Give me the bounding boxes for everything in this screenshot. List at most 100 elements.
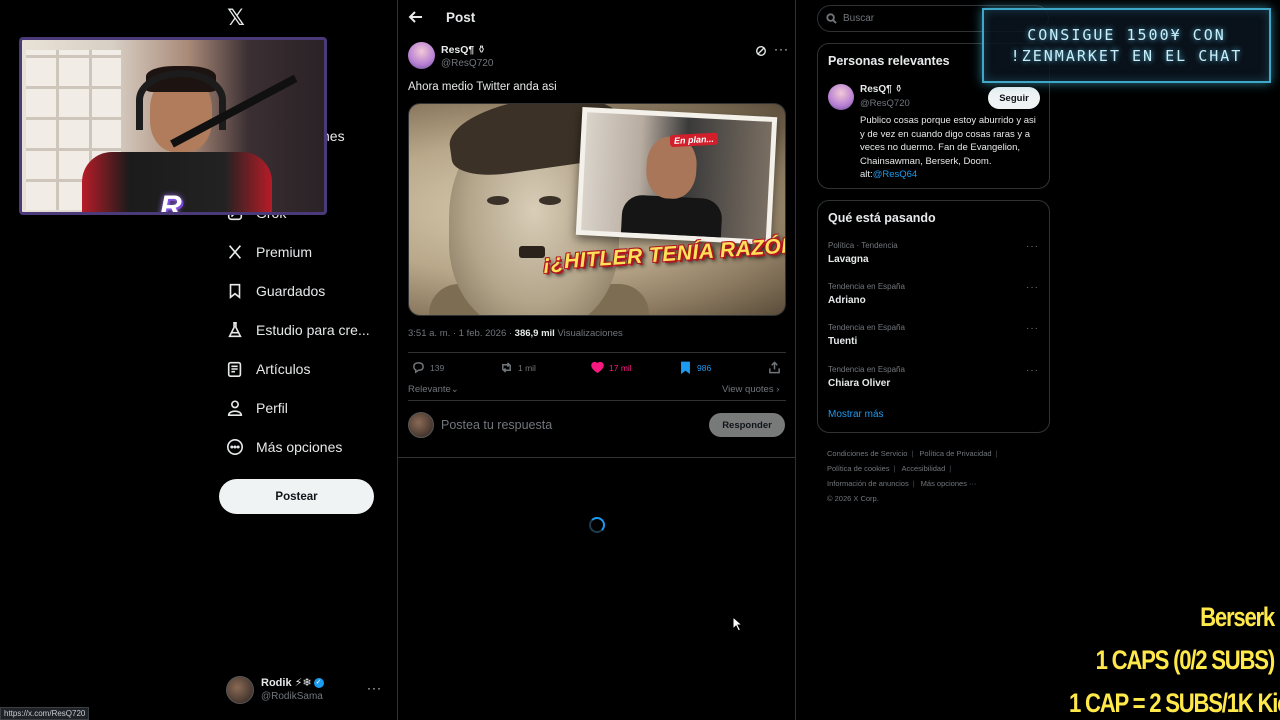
article-icon	[226, 360, 244, 378]
like-action[interactable]: 17 mil	[591, 361, 632, 374]
account-switcher[interactable]: Rodik ⚡❄ ✓ @RodikSama ···	[226, 675, 386, 705]
goal-progress: 1 CAPS (0/2 SUBS)	[1095, 645, 1276, 675]
heart-icon	[591, 361, 604, 374]
loading-spinner-icon	[589, 517, 605, 533]
divider	[398, 457, 795, 458]
trend-name: Chiara Oliver	[828, 378, 891, 389]
view-quotes-link[interactable]: View quotes ›	[722, 384, 779, 395]
trends-card: Qué está pasando Política · Tendencia La…	[817, 200, 1050, 433]
post-detail-column: Post ResQ¶ ⚱ @ResQ720 ··· Ahora medio Tw…	[397, 0, 796, 720]
footer-link[interactable]: Política de cookies	[827, 464, 890, 473]
author-display-name[interactable]: ResQ¶ ⚱	[441, 44, 486, 56]
bookmark-icon	[226, 282, 244, 300]
card-title: Personas relevantes	[828, 54, 950, 68]
x-logo-icon	[226, 243, 244, 261]
more-icon[interactable]: ···	[1026, 323, 1039, 334]
trend-category: Tendencia en España	[828, 282, 905, 291]
card-title: Qué está pasando	[828, 211, 936, 225]
author-handle[interactable]: @ResQ720	[441, 58, 493, 69]
more-icon[interactable]: ···	[774, 42, 789, 56]
trend-item[interactable]: Tendencia en España Tuenti ···	[828, 323, 1043, 355]
reply-input[interactable]	[441, 416, 691, 434]
trend-name: Lavagna	[828, 254, 869, 265]
status-bar-url: https://x.com/ResQ720	[0, 707, 90, 720]
relevant-bio: Publico cosas porque estoy aburrido y as…	[860, 114, 1042, 182]
nav-item-label: Artículos	[256, 361, 311, 377]
reply-icon	[413, 362, 424, 374]
share-action[interactable]	[768, 361, 781, 374]
more-icon[interactable]: ···	[1026, 282, 1039, 293]
footer-link[interactable]: Accesibilidad	[902, 464, 946, 473]
more-icon[interactable]: ···	[1026, 241, 1039, 252]
chevron-down-icon: ⌄	[450, 384, 459, 395]
page-title: Post	[446, 10, 476, 25]
post-timestamp[interactable]: 3:51 a. m. · 1 feb. 2026 ·	[408, 328, 515, 339]
copyright: © 2026 X Corp.	[827, 494, 879, 503]
nav-item-label: Guardados	[256, 283, 326, 299]
bookmark-count: 986	[697, 362, 712, 373]
promo-banner: CONSIGUE 1500¥ CON !ZENMARKET EN EL CHAT	[982, 8, 1271, 83]
seguir-button[interactable]: Seguir	[988, 87, 1040, 109]
goal-rule: 1 CAP = 2 SUBS/1K Kicks	[1069, 688, 1280, 718]
avatar[interactable]	[828, 84, 854, 110]
nav-item-label: Estudio para cre...	[256, 322, 370, 338]
footer-link[interactable]: Información de anuncios	[827, 479, 909, 488]
bio-mention-link[interactable]: @ResQ64	[873, 169, 918, 180]
thumb-person-body	[620, 194, 723, 240]
x-logo-icon[interactable]: 𝕏	[224, 6, 248, 30]
trend-item[interactable]: Tendencia en España Adriano ···	[828, 282, 1043, 314]
footer-link[interactable]: Más opciones ···	[921, 479, 977, 488]
postear-button[interactable]: Postear	[219, 479, 374, 514]
nav-item-mas-opciones[interactable]: Más opciones	[226, 433, 342, 461]
footer-links: Condiciones de Servicio | Política de Priv…	[827, 449, 998, 503]
more-icon[interactable]: ···	[367, 681, 382, 695]
relevant-handle[interactable]: @ResQ720	[860, 98, 910, 109]
nav-item-articulos[interactable]: Artículos	[226, 355, 310, 383]
nav-item-label: Más opciones	[256, 439, 343, 455]
author-avatar[interactable]	[408, 42, 435, 69]
media-eye	[539, 196, 561, 205]
thumb-label: En plan...	[669, 132, 719, 148]
more-icon[interactable]: ···	[1026, 365, 1039, 376]
grok-explain-icon[interactable]	[755, 44, 769, 58]
reply-action[interactable]: 139	[412, 361, 444, 374]
relevant-display-name[interactable]: ResQ¶ ⚱	[860, 84, 903, 95]
avatar	[408, 412, 434, 438]
promo-line: CONSIGUE 1500¥ CON	[1027, 26, 1226, 44]
trend-category: Política · Tendencia	[828, 241, 898, 250]
post-author: ResQ¶ ⚱ @ResQ720 ···	[408, 42, 788, 72]
repost-count: 1 mil	[518, 362, 536, 373]
footer-link[interactable]: Condiciones de Servicio	[827, 449, 907, 458]
trend-category: Tendencia en España	[828, 323, 905, 332]
footer-link[interactable]: Política de Privacidad	[919, 449, 991, 458]
media-eye	[487, 196, 509, 205]
show-more-link[interactable]: Mostrar más	[828, 409, 884, 420]
nav-item-guardados[interactable]: Guardados	[226, 277, 325, 305]
promo-line: !ZENMARKET EN EL CHAT	[1010, 47, 1243, 65]
verified-badge-icon: ✓	[313, 678, 324, 689]
nav-item-perfil[interactable]: Perfil	[226, 394, 288, 422]
media-mustache	[519, 246, 545, 258]
trend-category: Tendencia en España	[828, 365, 905, 374]
account-display-name: Rodik ⚡❄	[261, 677, 312, 689]
responder-button[interactable]: Responder	[709, 413, 785, 437]
nav-item-label: Premium	[256, 244, 313, 260]
nav-item-estudio[interactable]: Estudio para cre...	[226, 316, 370, 344]
webcam-overlay: R	[19, 37, 327, 215]
nav-item-premium[interactable]: Premium	[226, 238, 312, 266]
mouse-cursor-icon	[732, 616, 744, 632]
trend-item[interactable]: Política · Tendencia Lavagna ···	[828, 241, 1043, 273]
streamer-logo-icon: R	[160, 190, 182, 215]
search-icon	[826, 13, 837, 24]
post-media-image[interactable]: En plan... ¡¿HITLER TENÍA RAZÓN?!	[408, 103, 786, 316]
trend-item[interactable]: Tendencia en España Chiara Oliver ···	[828, 365, 1043, 397]
back-arrow-icon[interactable]	[408, 9, 424, 25]
nav-item-label: Perfil	[256, 400, 288, 416]
bookmark-action[interactable]: 986	[679, 361, 711, 374]
reply-sort-dropdown[interactable]: Relevante⌄	[408, 384, 459, 395]
repost-action[interactable]: 1 mil	[500, 361, 536, 374]
trend-name: Tuenti	[828, 336, 858, 347]
views-label: Visualizaciones	[554, 328, 623, 339]
post-meta: 3:51 a. m. · 1 feb. 2026 · 386,9 mil Vis…	[408, 328, 623, 339]
media-inset-thumbnail: En plan...	[575, 106, 778, 246]
